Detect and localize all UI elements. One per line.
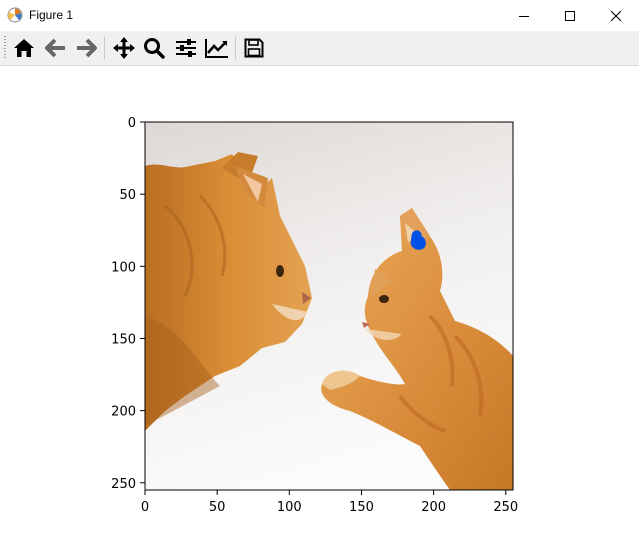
forward-icon [77, 38, 97, 58]
x-tick-label: 50 [209, 500, 226, 515]
minimize-icon [519, 15, 529, 17]
pan-icon [113, 37, 135, 59]
window-title: Figure 1 [29, 8, 74, 22]
y-tick-label: 200 [111, 405, 136, 420]
forward-button[interactable] [72, 35, 100, 61]
close-icon [610, 10, 622, 21]
x-tick-label: 100 [277, 500, 302, 515]
axes[interactable]: 0 50 100 150 200 250 0 50 100 150 200 250 [0, 66, 639, 543]
x-tick-label: 0 [141, 500, 149, 515]
toolbar-grip[interactable] [4, 36, 6, 60]
title-bar: Figure 1 [0, 0, 639, 31]
zoom-button[interactable] [140, 35, 168, 61]
y-tick-label: 50 [119, 188, 136, 203]
zoom-icon [144, 38, 165, 59]
toolbar-separator [235, 37, 236, 59]
figure-canvas[interactable]: 0 50 100 150 200 250 0 50 100 150 200 250 [0, 66, 639, 543]
edit-axis-button[interactable] [203, 35, 231, 61]
save-button[interactable] [240, 35, 268, 61]
pan-button[interactable] [110, 35, 138, 61]
home-button[interactable] [10, 35, 38, 61]
cat-image [145, 122, 513, 490]
configure-subplots-button[interactable] [172, 35, 200, 61]
close-button[interactable] [593, 0, 639, 31]
maximize-icon [565, 10, 575, 21]
configure-subplots-icon [176, 39, 196, 57]
toolbar-separator [104, 37, 105, 59]
x-axis: 0 50 100 150 200 250 [141, 490, 518, 515]
back-icon [45, 38, 65, 58]
maximize-button[interactable] [547, 0, 593, 31]
edit-axis-icon [205, 39, 228, 58]
x-tick-label: 200 [421, 500, 446, 515]
y-tick-label: 150 [111, 332, 136, 347]
home-icon [14, 39, 34, 57]
save-icon [244, 38, 264, 58]
x-tick-label: 250 [493, 500, 518, 515]
y-tick-label: 0 [128, 116, 136, 131]
x-tick-label: 150 [349, 500, 374, 515]
minimize-button[interactable] [501, 0, 547, 31]
y-tick-label: 250 [111, 477, 136, 492]
navigation-toolbar [0, 31, 639, 66]
matplotlib-icon [7, 7, 23, 23]
y-tick-label: 100 [111, 260, 136, 275]
y-axis: 0 50 100 150 200 250 [111, 116, 145, 492]
back-button[interactable] [42, 35, 70, 61]
